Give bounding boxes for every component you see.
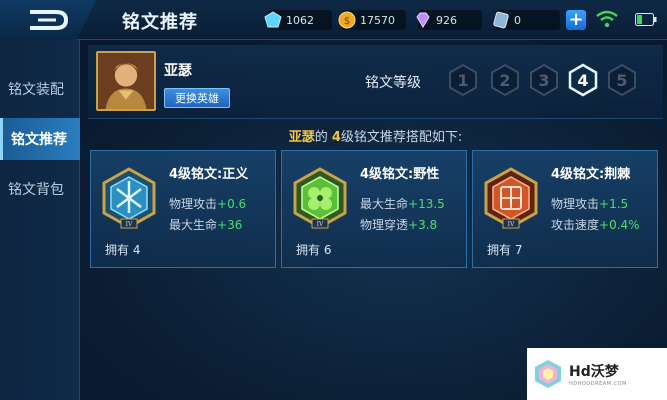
rune-card-wild[interactable]: IV 4级铭文:野性 最大生命+13.5 物理穿透+3.8 拥有 6: [281, 150, 467, 268]
gold-counter: $ 17570: [338, 10, 406, 30]
stat-label: 最大生命: [169, 218, 218, 232]
rune-card-justice[interactable]: IV 4级铭文:正义 物理攻击+0.6 最大生命+36 拥有 4: [90, 150, 276, 268]
hero-avatar[interactable]: [96, 51, 156, 111]
level-5-button[interactable]: 5: [605, 63, 639, 97]
sidebar-item-rune-equip[interactable]: 铭文装配: [0, 68, 80, 110]
hero-name: 亚瑟: [164, 63, 192, 79]
gold-coin-icon: $: [338, 11, 356, 29]
rune-owned-count: 拥有 6: [296, 243, 332, 257]
rune-wild-icon: IV: [292, 167, 348, 231]
recommend-hero-name: 亚瑟: [288, 130, 315, 145]
svg-text:IV: IV: [317, 221, 324, 228]
sidebar: 铭文装配 铭文推荐 铭文背包: [0, 40, 80, 400]
rune-stat: 最大生命+36: [169, 216, 242, 233]
back-button[interactable]: [0, 0, 96, 40]
stat-label: 物理穿透: [360, 218, 409, 232]
battery-icon: [635, 13, 657, 26]
rune-stat: 物理穿透+3.8: [360, 216, 437, 233]
recommend-level: 4: [331, 130, 341, 145]
sidebar-item-label: 铭文背包: [8, 182, 64, 198]
watermark-text: Hd沃梦: [569, 364, 619, 380]
stat-value: +0.6: [217, 197, 247, 211]
ticket-counter: 0: [493, 10, 560, 30]
svg-text:IV: IV: [126, 221, 133, 228]
ticket-icon: [493, 11, 509, 29]
gem-counter: 926: [416, 10, 482, 30]
rune-name: 4级铭文:正义: [169, 167, 249, 182]
rune-thorns-icon: IV: [483, 167, 539, 231]
rune-level-label: 铭文等级: [365, 75, 421, 91]
sidebar-item-rune-bag[interactable]: 铭文背包: [0, 168, 80, 210]
level-3-button[interactable]: 3: [527, 63, 561, 97]
level-2-button[interactable]: 2: [488, 63, 522, 97]
sidebar-item-label: 铭文推荐: [11, 132, 67, 148]
rune-name: 4级铭文:荆棘: [551, 167, 631, 182]
stat-value: +13.5: [408, 197, 445, 211]
rune-stat: 物理攻击+1.5: [551, 195, 628, 212]
hero-portrait-icon: [98, 53, 154, 109]
stat-label: 物理攻击: [169, 197, 218, 211]
rune-owned-count: 拥有 7: [487, 243, 523, 257]
sidebar-item-label: 铭文装配: [8, 82, 64, 98]
hero-panel: 亚瑟 更换英雄 铭文等级 1 2 3 4 5: [88, 45, 663, 119]
back-arrow-icon: [30, 10, 69, 30]
stat-label: 攻击速度: [551, 218, 600, 232]
stat-label: 最大生命: [360, 197, 409, 211]
svg-text:$: $: [344, 16, 350, 27]
watermark: Hd沃梦 HDHOODREAM.COM: [527, 348, 667, 400]
stat-label: 物理攻击: [551, 197, 600, 211]
watermark-logo-icon: [535, 360, 561, 388]
stat-value: +0.4%: [599, 218, 640, 232]
recommend-heading: 亚瑟的 4级铭文推荐搭配如下:: [88, 126, 663, 145]
gem-icon: [416, 12, 430, 28]
stat-value: +1.5: [599, 197, 629, 211]
wifi-icon: [596, 10, 618, 28]
stat-value: +3.8: [408, 218, 438, 232]
top-bar: 铭文推荐 1062 $ 17570 926 0 +: [0, 0, 667, 40]
rune-card-thorns[interactable]: IV 4级铭文:荆棘 物理攻击+1.5 攻击速度+0.4% 拥有 7: [472, 150, 658, 268]
rune-stat: 最大生命+13.5: [360, 195, 445, 212]
watermark-subtext: HDHOODREAM.COM: [569, 381, 627, 387]
add-currency-button[interactable]: +: [566, 10, 586, 30]
stat-value: +36: [217, 218, 243, 232]
recommend-suffix: 级铭文推荐搭配如下:: [340, 130, 463, 145]
rune-justice-icon: IV: [101, 167, 157, 231]
rune-stat: 物理攻击+0.6: [169, 195, 246, 212]
recommend-connector: 的: [314, 130, 332, 145]
sidebar-item-rune-recommend[interactable]: 铭文推荐: [0, 118, 80, 160]
diamond-icon: [264, 11, 282, 28]
change-hero-button[interactable]: 更换英雄: [164, 88, 230, 108]
rune-name: 4级铭文:野性: [360, 167, 440, 182]
level-1-button[interactable]: 1: [446, 63, 480, 97]
rune-stat: 攻击速度+0.4%: [551, 216, 640, 233]
svg-text:IV: IV: [508, 221, 515, 228]
rune-owned-count: 拥有 4: [105, 243, 141, 257]
level-4-button[interactable]: 4: [566, 63, 600, 97]
page-title: 铭文推荐: [122, 12, 198, 33]
diamond-counter: 1062: [264, 10, 332, 30]
